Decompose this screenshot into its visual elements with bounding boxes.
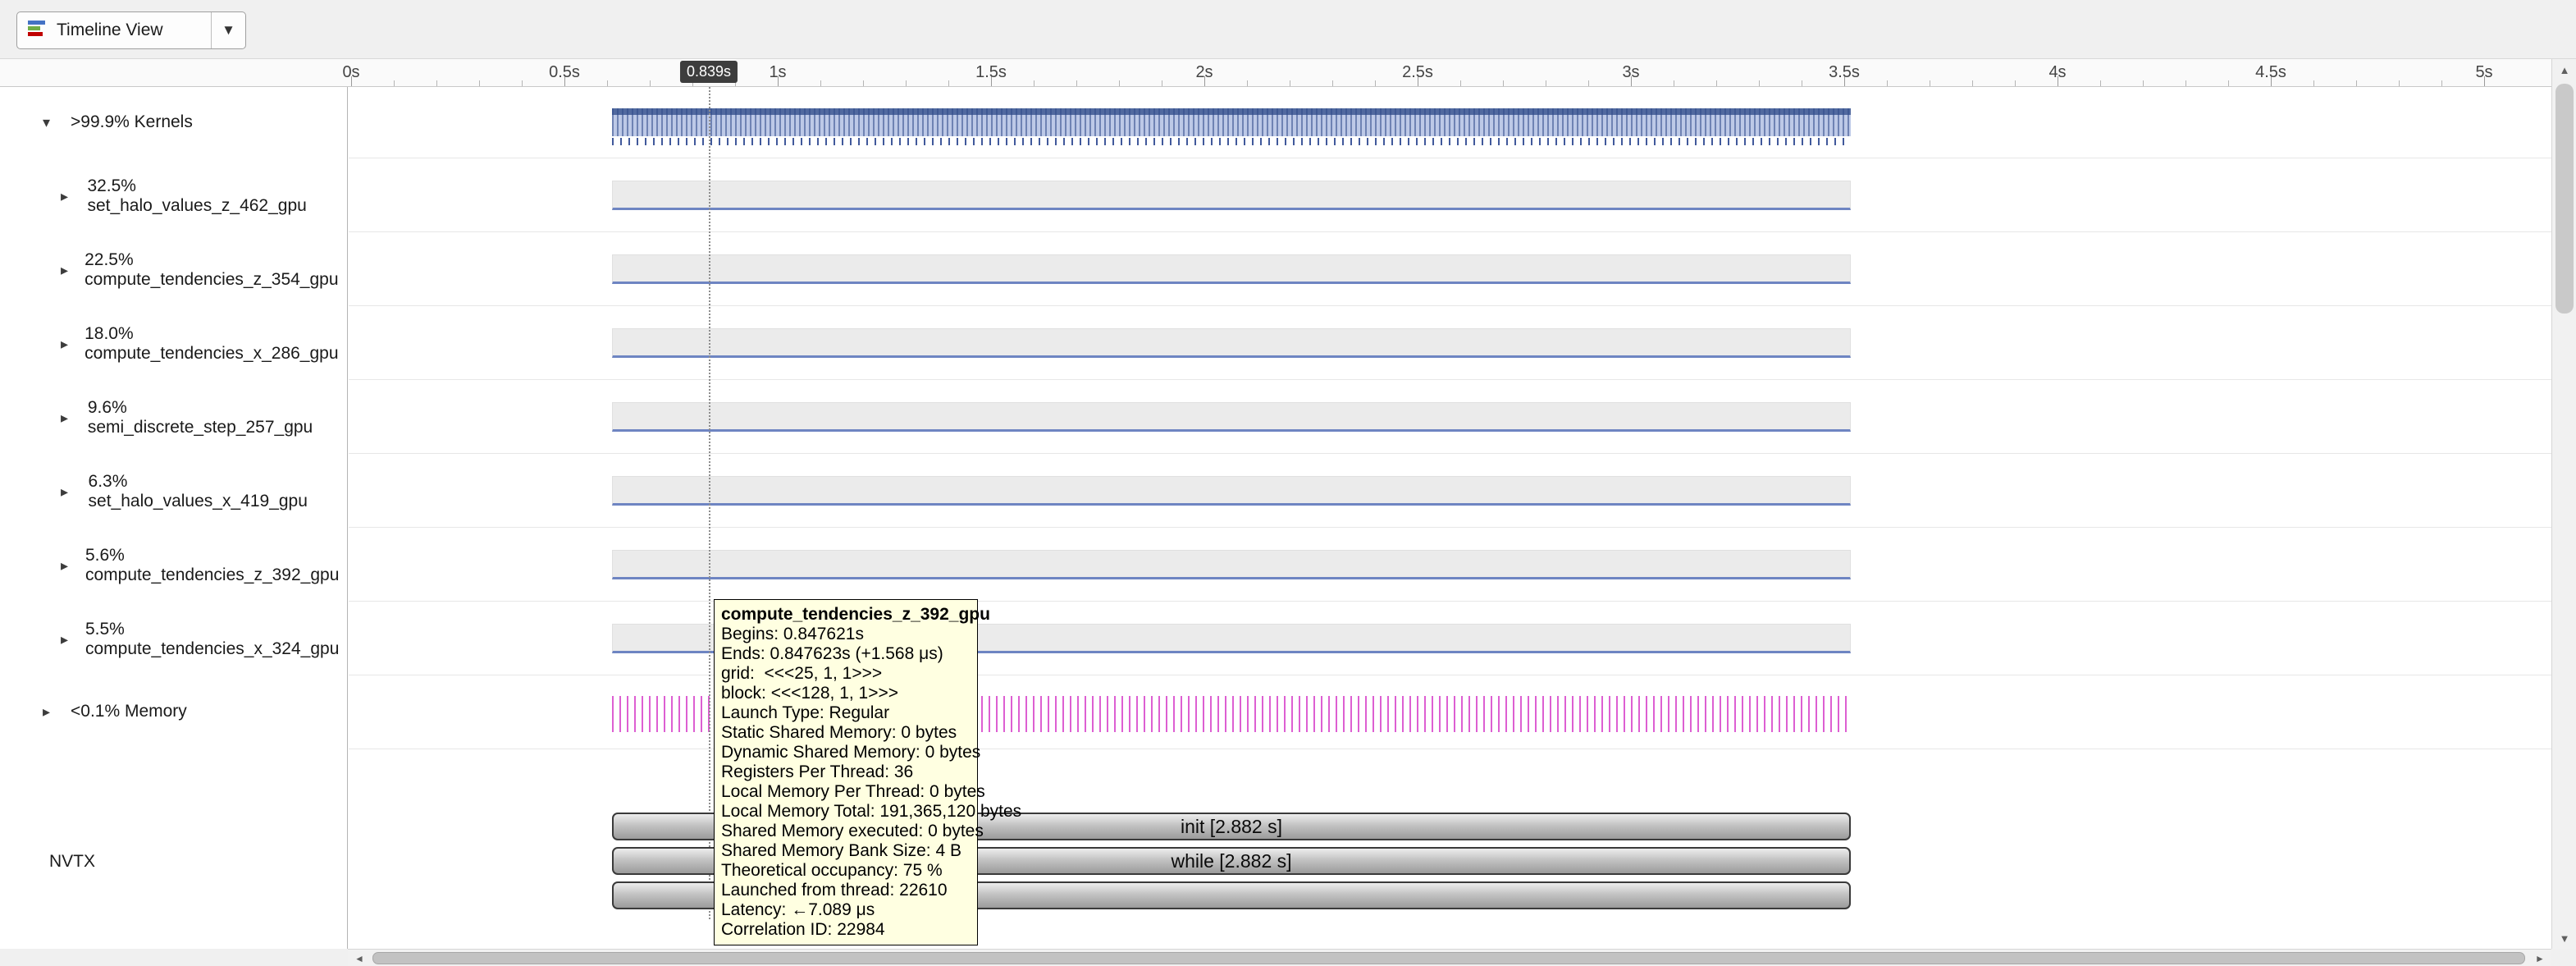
kernels-launch-ticks	[612, 138, 1851, 145]
time-cursor-line	[709, 87, 710, 919]
row-compute-tendencies-z-354[interactable]: ▸ 22.5% compute_tendencies_z_354_gpu	[0, 253, 348, 287]
tick-label: 4.5s	[2255, 63, 2286, 82]
toolbar: Timeline View ▼ 1x i 15 messages	[0, 0, 2576, 59]
tooltip-line: grid: <<<25, 1, 1>>>	[721, 664, 971, 684]
vertical-scrollbar[interactable]: ▲ ▼	[2551, 59, 2576, 949]
scrollbar-corner	[2551, 949, 2576, 966]
row-set-halo-values-x[interactable]: ▸ 6.3% set_halo_values_x_419_gpu	[0, 474, 348, 509]
row-set-halo-values-z[interactable]: ▸ 32.5% set_halo_values_z_462_gpu	[0, 179, 348, 213]
tooltip-title: compute_tendencies_z_392_gpu	[721, 605, 971, 625]
kernel-activity-bar[interactable]	[612, 254, 1851, 284]
expand-arrow-icon[interactable]: ▸	[43, 703, 71, 721]
tooltip-line: Local Memory Per Thread: 0 bytes	[721, 782, 971, 802]
tick-label: 3s	[1622, 63, 1639, 82]
horizontal-scrollbar[interactable]: ◄ ►	[348, 949, 2551, 966]
time-ruler[interactable]: 0s 0.5s 1s 1.5s 2s 2.5s 3s 3.5s 4s 4.5s …	[0, 59, 2551, 87]
row-compute-tendencies-z-392[interactable]: ▸ 5.6% compute_tendencies_z_392_gpu	[0, 548, 348, 583]
tooltip-line: Registers Per Thread: 36	[721, 762, 971, 782]
scroll-left-icon[interactable]: ◄	[348, 950, 371, 966]
tooltip-line: Ends: 0.847623s (+1.568 μs)	[721, 644, 971, 664]
tick-label: 2s	[1195, 63, 1213, 82]
timeline-view-icon	[27, 18, 47, 43]
tooltip-line: Shared Memory executed: 0 bytes	[721, 822, 971, 841]
expand-arrow-icon[interactable]: ▸	[61, 557, 85, 575]
cursor-time-badge: 0.839s	[680, 61, 738, 83]
tooltip-line: Launch Type: Regular	[721, 703, 971, 723]
view-selector-dropdown[interactable]: Timeline View ▼	[16, 11, 246, 49]
horizontal-scrollbar-thumb[interactable]	[372, 952, 2525, 964]
tick-label: 5s	[2475, 63, 2492, 82]
expand-arrow-icon[interactable]: ▸	[61, 188, 87, 205]
scroll-down-icon[interactable]: ▼	[2552, 927, 2576, 949]
row-label: 5.5% compute_tendencies_x_324_gpu	[85, 620, 348, 659]
row-label: 22.5% compute_tendencies_z_354_gpu	[84, 250, 348, 290]
row-kernels[interactable]: ▾ >99.9% Kernels	[0, 105, 348, 140]
row-nvtx[interactable]: NVTX	[0, 845, 348, 879]
kernel-activity-bar[interactable]	[612, 181, 1851, 210]
nsight-timeline-window: Timeline View ▼ 1x i 15 messages 0s 0.5s…	[0, 0, 2576, 966]
collapse-arrow-icon[interactable]: ▾	[43, 114, 71, 131]
row-label: 5.6% compute_tendencies_z_392_gpu	[85, 546, 348, 585]
row-label: 32.5% set_halo_values_z_462_gpu	[87, 176, 348, 216]
nvtx-range-label: while [2.882 s]	[1171, 850, 1291, 872]
tooltip-line: Dynamic Shared Memory: 0 bytes	[721, 743, 971, 762]
scroll-up-icon[interactable]: ▲	[2552, 59, 2576, 80]
row-separator	[349, 601, 2551, 602]
main-area: ▾ >99.9% Kernels ▸ 32.5% set_halo_values…	[0, 87, 2576, 949]
kernels-summary-bar[interactable]	[612, 108, 1851, 136]
nvtx-range-label: init [2.882 s]	[1181, 816, 1282, 838]
row-compute-tendencies-x-286[interactable]: ▸ 18.0% compute_tendencies_x_286_gpu	[0, 327, 348, 361]
kernel-activity-bar[interactable]	[612, 402, 1851, 432]
tick-label: 1s	[769, 63, 786, 82]
tooltip-line: Correlation ID: 22984	[721, 920, 971, 940]
row-memory[interactable]: ▸ <0.1% Memory	[0, 694, 348, 729]
kernel-activity-bar[interactable]	[612, 476, 1851, 506]
chevron-down-icon: ▼	[211, 12, 235, 48]
kernel-tooltip: compute_tendencies_z_392_gpu Begins: 0.8…	[714, 599, 978, 945]
row-label: 6.3% set_halo_values_x_419_gpu	[89, 472, 348, 511]
tooltip-line: Launched from thread: 22610	[721, 881, 971, 900]
scroll-right-icon[interactable]: ►	[2528, 950, 2551, 966]
tick-label: 1.5s	[975, 63, 1007, 82]
tooltip-line: Local Memory Total: 191,365,120 bytes	[721, 802, 971, 822]
tooltip-line: Latency: ←7.089 μs	[721, 900, 971, 920]
row-separator	[349, 231, 2551, 232]
row-separator	[349, 527, 2551, 528]
tick-label: 2.5s	[1402, 63, 1433, 82]
tooltip-line: Static Shared Memory: 0 bytes	[721, 723, 971, 743]
expand-arrow-icon[interactable]: ▸	[61, 336, 84, 353]
tooltip-line: Begins: 0.847621s	[721, 625, 971, 644]
expand-arrow-icon[interactable]: ▸	[61, 631, 85, 648]
row-label: 18.0% compute_tendencies_x_286_gpu	[84, 324, 348, 364]
expand-arrow-icon[interactable]: ▸	[61, 262, 84, 279]
tick-label: 0s	[342, 63, 359, 82]
tooltip-line: block: <<<128, 1, 1>>>	[721, 684, 971, 703]
row-separator	[349, 305, 2551, 306]
row-separator	[349, 379, 2551, 380]
row-label: NVTX	[49, 852, 95, 872]
row-label-panel: ▾ >99.9% Kernels ▸ 32.5% set_halo_values…	[0, 87, 348, 949]
row-compute-tendencies-x-324[interactable]: ▸ 5.5% compute_tendencies_x_324_gpu	[0, 622, 348, 657]
tooltip-line: Theoretical occupancy: 75 %	[721, 861, 971, 881]
row-label: 9.6% semi_discrete_step_257_gpu	[88, 398, 348, 437]
kernel-activity-bar[interactable]	[612, 550, 1851, 579]
kernel-activity-bar[interactable]	[612, 328, 1851, 358]
row-label: <0.1% Memory	[71, 702, 187, 721]
row-separator	[349, 453, 2551, 454]
row-semi-discrete-step[interactable]: ▸ 9.6% semi_discrete_step_257_gpu	[0, 401, 348, 435]
tick-label: 4s	[2048, 63, 2066, 82]
tick-label: 3.5s	[1829, 63, 1860, 82]
expand-arrow-icon[interactable]: ▸	[61, 483, 89, 501]
expand-arrow-icon[interactable]: ▸	[61, 410, 88, 427]
view-selector-label: Timeline View	[57, 21, 163, 40]
tick-label: 0.5s	[549, 63, 580, 82]
tooltip-line: Shared Memory Bank Size: 4 B	[721, 841, 971, 861]
vertical-scrollbar-thumb[interactable]	[2555, 84, 2574, 314]
row-label: >99.9% Kernels	[71, 112, 193, 132]
timeline-canvas[interactable]: init [2.882 s] while [2.882 s] compute_t…	[349, 87, 2551, 949]
